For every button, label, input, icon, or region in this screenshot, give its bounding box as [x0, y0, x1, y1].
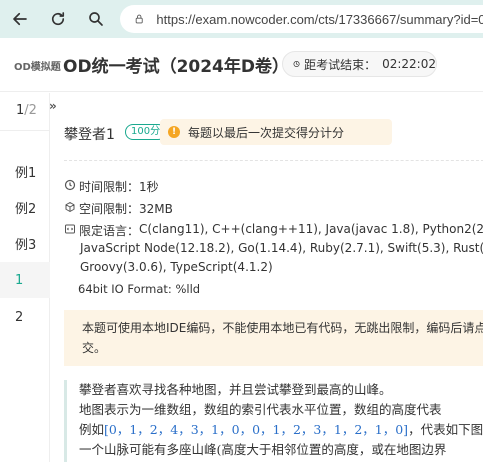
warning-icon: ! — [168, 126, 180, 138]
sidebar-item-question-2[interactable]: 2 — [0, 299, 50, 335]
language-label: 限定语言： — [79, 224, 140, 238]
address-bar[interactable]: https://exam.nowcoder.com/cts/17336667/s… — [120, 5, 483, 33]
scoring-notice: ! 每题以最后一次提交得分计分 — [160, 119, 392, 145]
divider — [64, 160, 483, 161]
sidebar-item-example-3[interactable]: 例3 — [0, 225, 50, 261]
description-text: ，代表如下图所示的地图， — [408, 422, 483, 437]
url-text: https://exam.nowcoder.com/cts/17336667/s… — [156, 11, 483, 27]
description-line-2: 地图表示为一维数组，数组的索引代表水平位置，数组的高度代表 — [79, 402, 442, 417]
language-limit: 限定语言： C(clang11), C++(clang++11), Java(j… — [64, 222, 483, 239]
problem-panel: 攀登者1 100分 ! 每题以最后一次提交得分计分 时间限制：1秒 空间限制：3… — [50, 93, 483, 462]
sidebar-item-label: 1 — [15, 272, 24, 288]
browser-toolbar: https://exam.nowcoder.com/cts/17336667/s… — [0, 0, 483, 38]
description-line-3: 例如[0，1，2，4，3，1，0，0，1，2，3，1，2，1，0]，代表如下图所… — [79, 420, 483, 440]
code-icon — [65, 224, 75, 234]
timer-value: 02:22:02 — [382, 57, 436, 71]
time-icon — [64, 179, 76, 191]
lock-icon — [135, 14, 143, 24]
sidebar-item-example-1[interactable]: 例1 — [0, 153, 50, 189]
example-array: [0，1，2，4，3，1，0，0，1，2，3，1，2，1，0] — [104, 422, 409, 437]
time-limit: 时间限制：1秒 — [64, 178, 159, 195]
time-limit-text: 时间限制：1秒 — [79, 180, 159, 194]
ide-notice-line-1: 本题可使用本地IDE编码，不能使用本地已有代码，无跳出限制，编码后请点 — [82, 321, 483, 335]
sidebar-item-example-2[interactable]: 例2 — [0, 189, 50, 225]
divider — [0, 130, 50, 131]
ide-notice: 本题可使用本地IDE编码，不能使用本地已有代码，无跳出限制，编码后请点 交。 — [64, 310, 483, 366]
search-icon — [89, 12, 103, 26]
sidebar-item-label: 例3 — [15, 237, 37, 253]
back-arrow-icon — [13, 12, 27, 26]
space-limit-text: 空间限制：32MB — [79, 202, 173, 216]
timer-label: 距考试结束： — [304, 57, 377, 72]
countdown-timer: 距考试结束： 02:22:02 — [282, 51, 437, 77]
language-list-line-2: JavaScript Node(12.18.2), Go(1.14.4), Ru… — [80, 241, 483, 255]
sidebar-item-label: 2 — [15, 309, 24, 325]
sidebar-item-label: 例1 — [15, 165, 37, 181]
problem-title: 攀登者1 — [64, 127, 115, 143]
io-format: 64bit IO Format: %lld — [78, 282, 201, 296]
description-text: 例如 — [79, 422, 105, 437]
reload-button[interactable] — [48, 9, 68, 29]
space-limit: 空间限制：32MB — [64, 200, 173, 217]
language-list: JavaScript Node(12.18.2), Go(1.14.4), Ru… — [80, 239, 483, 277]
page-total: /2 — [24, 103, 37, 118]
clock-icon — [293, 60, 300, 68]
app-header: OD模拟题 OD统一考试（2024年D卷） 距考试结束： 02:22:02 — [0, 38, 483, 92]
description-line-1: 攀登者喜欢寻找各种地图，并且尝试攀登到最高的山峰。 — [79, 382, 392, 397]
sidebar-item-label: 例2 — [15, 201, 37, 217]
language-list-line-1: C(clang11), C++(clang++11), Java(javac 1… — [139, 222, 483, 236]
notice-text: 每题以最后一次提交得分计分 — [188, 125, 345, 140]
cube-icon — [65, 202, 75, 212]
question-sidebar: 1/2 例1 例2 例3 1 2 — [0, 93, 50, 462]
problem-description: 攀登者喜欢寻找各种地图，并且尝试攀登到最高的山峰。 地图表示为一维数组，数组的索… — [64, 380, 483, 462]
logo: OD模拟题 — [14, 62, 61, 73]
exam-title: OD统一考试（2024年D卷） — [63, 57, 289, 77]
back-button[interactable] — [10, 9, 30, 29]
page-indicator: 1/2 — [16, 103, 37, 118]
search-button[interactable] — [86, 9, 106, 29]
ide-notice-line-2: 交。 — [82, 341, 107, 355]
description-line-4: 一个山脉可能有多座山峰(高度大于相邻位置的高度，或在地图边界 — [79, 442, 447, 457]
sidebar-item-question-1[interactable]: 1 — [0, 262, 50, 298]
reload-icon — [51, 12, 65, 26]
language-list-line-3: Groovy(3.0.6), TypeScript(4.1.2) — [80, 260, 273, 274]
